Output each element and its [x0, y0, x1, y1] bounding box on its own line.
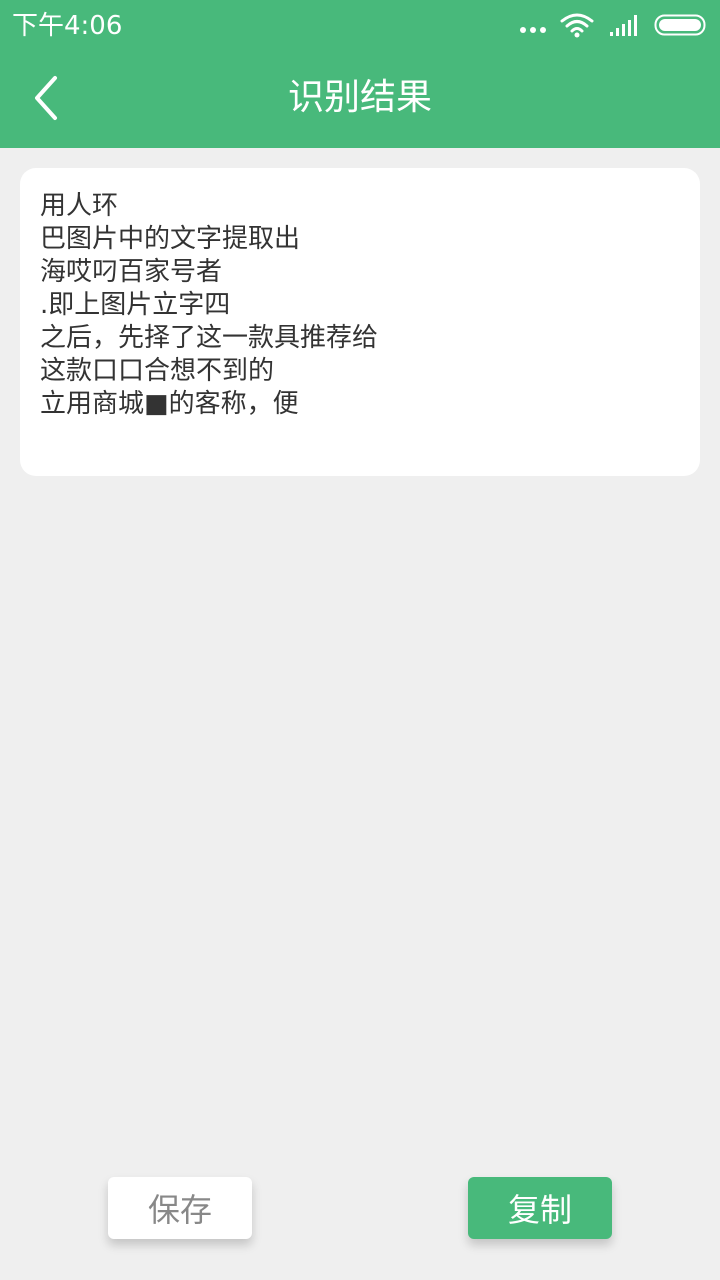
battery-icon — [654, 14, 706, 36]
page-title: 识别结果 — [287, 77, 432, 118]
save-button[interactable]: 保存 — [108, 1177, 252, 1239]
title-bar: 识别结果 — [0, 52, 720, 148]
signal-icon — [610, 15, 637, 36]
wifi-icon — [560, 13, 594, 38]
result-line: 立用商城■的客称，便 — [40, 389, 299, 419]
status-bar: 下午4:06 — [0, 0, 720, 52]
app-screen: 下午4:06 识别结果 用人环 巴图片中的文字提取出 海哎叼百家号者 .即上图片… — [0, 0, 720, 1280]
result-line: 巴图片中的文字提取出 — [40, 224, 301, 254]
result-line: 用人环 — [40, 191, 119, 221]
status-time: 下午4:06 — [12, 11, 123, 41]
result-text-area[interactable]: 用人环 巴图片中的文字提取出 海哎叼百家号者 .即上图片立字四 之后，先择了这一… — [20, 168, 700, 476]
result-line: 海哎叼百家号者 — [40, 257, 223, 287]
status-icons — [520, 10, 708, 40]
result-line: 这款口口合想不到的 — [40, 356, 275, 386]
result-line: 之后，先择了这一款具推荐给 — [40, 323, 379, 353]
copy-button[interactable]: 复制 — [468, 1177, 612, 1239]
result-line: .即上图片立字四 — [40, 290, 231, 320]
more-dots-icon — [520, 27, 546, 33]
header-bar: 下午4:06 识别结果 — [0, 0, 720, 148]
